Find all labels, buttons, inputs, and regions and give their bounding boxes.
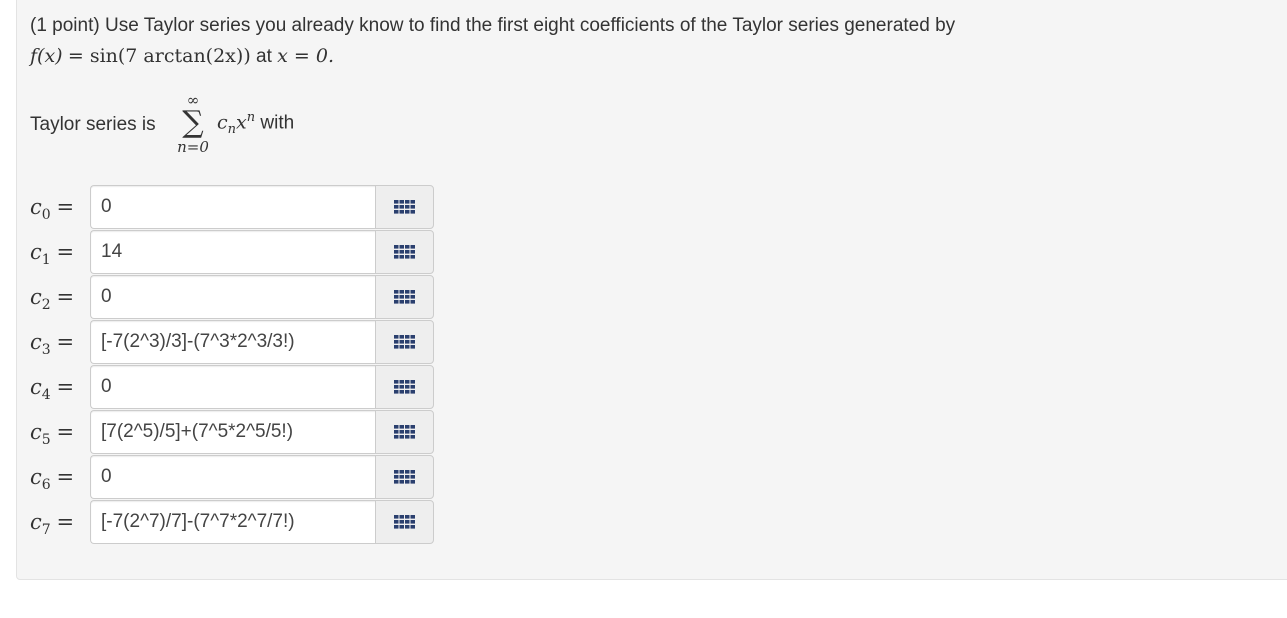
function-definition: f(x) = sin(7 arctan(2x)) at x = 0. <box>30 45 334 67</box>
sum-lower-limit: n=0 <box>177 138 209 156</box>
expansion-point: x = 0. <box>277 45 334 67</box>
series-prefix: Taylor series is <box>30 114 156 135</box>
equation-editor-button[interactable] <box>375 230 434 274</box>
equation-editor-button[interactable] <box>375 275 434 319</box>
coefficient-label: c7 = <box>30 510 75 539</box>
equation-editor-button[interactable] <box>375 320 434 364</box>
coefficient-input[interactable] <box>90 185 376 229</box>
coefficient-input[interactable] <box>90 500 376 544</box>
equation-editor-button[interactable] <box>375 500 434 544</box>
problem-statement: (1 point) Use Taylor series you already … <box>30 15 956 36</box>
equation-editor-button[interactable] <box>375 410 434 454</box>
keypad-icon <box>393 515 415 529</box>
keypad-icon <box>393 335 415 349</box>
coefficient-input[interactable] <box>90 365 376 409</box>
keypad-icon <box>393 470 415 484</box>
coefficient-label: c0 = <box>30 195 75 224</box>
keypad-icon <box>393 290 415 304</box>
function-rhs: sin(7 arctan(2x)) <box>89 45 251 67</box>
series-suffix: with <box>260 112 295 134</box>
function-lhs: f(x) <box>30 45 63 67</box>
coefficient-label: c2 = <box>30 285 75 314</box>
equation-editor-button[interactable] <box>375 365 434 409</box>
coefficient-input[interactable] <box>90 230 376 274</box>
at-text: at <box>256 46 272 67</box>
coefficient-input[interactable] <box>90 275 376 319</box>
keypad-icon <box>393 425 415 439</box>
keypad-icon <box>393 380 415 394</box>
coefficient-input[interactable] <box>90 410 376 454</box>
coefficient-input[interactable] <box>90 455 376 499</box>
coefficient-input[interactable] <box>90 320 376 364</box>
summation: ∞ ∑ n=0 <box>175 92 211 156</box>
coefficient-label: c5 = <box>30 420 75 449</box>
coefficient-label: c3 = <box>30 330 75 359</box>
keypad-icon <box>393 200 415 214</box>
coefficient-label: c6 = <box>30 465 75 494</box>
equation-editor-button[interactable] <box>375 455 434 499</box>
sigma-icon: ∑ <box>182 105 204 140</box>
coefficient-label: c4 = <box>30 375 75 404</box>
equation-editor-button[interactable] <box>375 185 434 229</box>
coefficient-label: c1 = <box>30 240 75 269</box>
keypad-icon <box>393 245 415 259</box>
series-term: cnxn with <box>217 110 295 138</box>
